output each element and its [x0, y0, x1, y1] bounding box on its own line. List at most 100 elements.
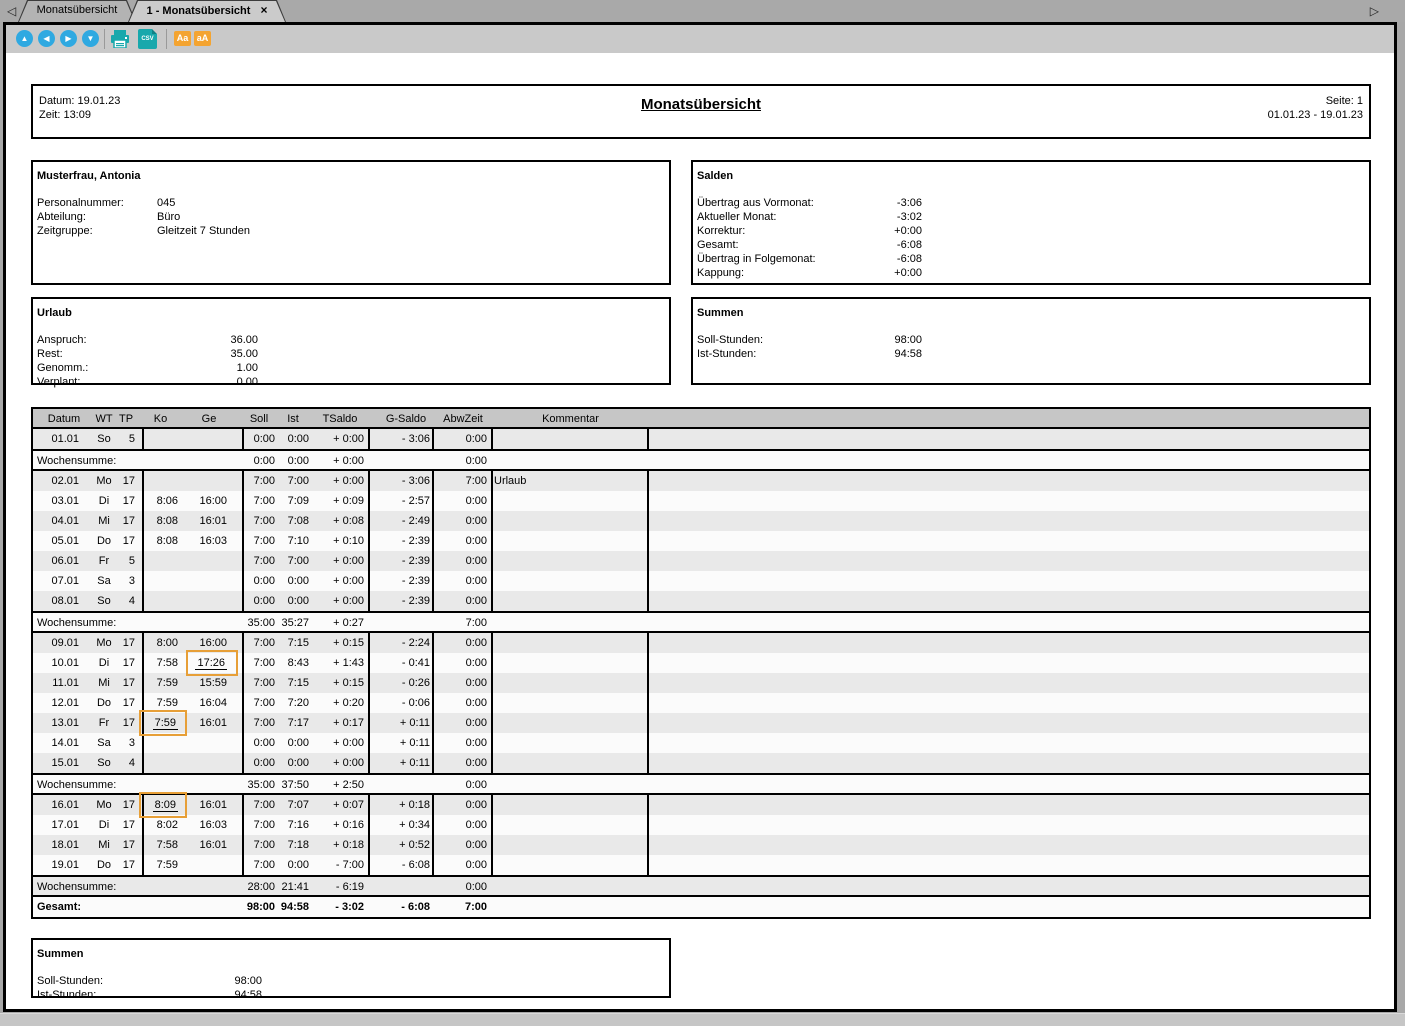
table-row-08.01: 08.01So40:000:00+ 0:00- 2:390:00 [33, 591, 1369, 611]
cell-kommen: 8:08 [143, 531, 178, 551]
info-value: -6:08 [857, 238, 922, 252]
cell-abwzeit: 0:00 [439, 511, 487, 531]
cell-abwzeit: 0:00 [439, 855, 487, 875]
column-divider [647, 429, 649, 449]
cell-tsaldo: + 0:16 [316, 815, 364, 835]
cell-tsaldo: + 0:15 [316, 673, 364, 693]
sum-soll: 28:00 [243, 877, 275, 897]
cell-soll: 7:00 [243, 815, 275, 835]
table-row-19.01: 19.01Do177:597:000:00- 7:00- 6:080:00 [33, 855, 1369, 875]
column-divider [432, 633, 434, 773]
cell-datum: 09.01 [33, 633, 79, 653]
cell-tp: 3 [117, 733, 135, 753]
cell-tp: 17 [117, 673, 135, 693]
nav-right-button[interactable]: ▶ [60, 30, 77, 47]
cell-tp: 17 [117, 471, 135, 491]
cell-datum: 13.01 [33, 713, 79, 733]
week-sum-row: Wochensumme:35:0035:27+ 0:277:00 [33, 613, 1369, 633]
info-row: Gesamt:-6:08 [693, 238, 1369, 252]
info-label: Abteilung: [37, 210, 157, 224]
table-row-14.01: 14.01Sa30:000:00+ 0:00+ 0:110:00 [33, 733, 1369, 753]
column-divider [491, 795, 493, 875]
info-value: 94:58 [857, 347, 922, 361]
column-divider [242, 471, 244, 611]
sum-tsaldo: - 6:19 [316, 877, 364, 897]
cell-weekday: Mo [91, 795, 117, 815]
cell-tsaldo: + 0:17 [316, 713, 364, 733]
sum-ist: 35:27 [277, 613, 309, 633]
column-divider [142, 633, 144, 773]
nav-up-button[interactable]: ▲ [16, 30, 33, 47]
nav-left-button[interactable]: ◀ [38, 30, 55, 47]
cell-soll: 0:00 [243, 571, 275, 591]
info-label: Soll-Stunden: [697, 333, 857, 347]
column-divider [142, 471, 144, 611]
total-gsaldo: - 6:08 [382, 897, 430, 917]
cell-gehen: 15:59 [191, 673, 227, 693]
cell-abwzeit: 0:00 [439, 591, 487, 611]
info-label: Soll-Stunden: [37, 974, 157, 988]
print-icon[interactable] [110, 30, 130, 48]
info-value: Büro [157, 210, 180, 224]
column-header-ist: Ist [277, 409, 309, 429]
cell-tsaldo: + 0:20 [316, 693, 364, 713]
table-row-13.01: 13.01Fr177:5916:017:007:17+ 0:17+ 0:110:… [33, 713, 1369, 733]
close-icon[interactable]: × [260, 3, 267, 17]
cell-gsaldo: - 2:49 [382, 511, 430, 531]
cell-soll: 0:00 [243, 733, 275, 753]
tab-1-monatsuebersicht[interactable]: 1 - Monatsübersicht× [128, 0, 286, 22]
cell-tp: 17 [117, 511, 135, 531]
cell-soll: 7:00 [243, 673, 275, 693]
report-page-number: Seite: 1 [1268, 94, 1363, 108]
font-decrease-button[interactable]: aA [194, 31, 211, 46]
cell-datum: 01.01 [33, 429, 79, 449]
cell-gsaldo: + 0:18 [382, 795, 430, 815]
cell-tp: 17 [117, 795, 135, 815]
tab-scroll-right-icon[interactable]: ▷ [1370, 3, 1379, 19]
cell-weekday: So [91, 753, 117, 773]
info-value: 98:00 [157, 974, 262, 988]
info-row: Übertrag in Folgemonat:-6:08 [693, 252, 1369, 266]
column-header-soll: Soll [243, 409, 275, 429]
cell-gsaldo: + 0:34 [382, 815, 430, 835]
table-row-11.01: 11.01Mi177:5915:597:007:15+ 0:15- 0:260:… [33, 673, 1369, 693]
cell-datum: 14.01 [33, 733, 79, 753]
info-label: Aktueller Monat: [697, 210, 857, 224]
cell-gehen: 16:03 [191, 815, 227, 835]
column-header-datum: Datum [33, 409, 95, 429]
cell-tp: 3 [117, 571, 135, 591]
info-label: Zeitgruppe: [37, 224, 157, 238]
cell-gehen: 16:00 [191, 491, 227, 511]
info-value: 0.00 [157, 375, 258, 389]
column-header-kom: Kommentar [494, 409, 647, 429]
cell-tsaldo: + 0:09 [316, 491, 364, 511]
cell-tp: 17 [117, 693, 135, 713]
total-ist: 94:58 [277, 897, 309, 917]
cell-kommen: 7:59 [143, 855, 178, 875]
csv-export-icon[interactable]: CSV [138, 29, 157, 49]
cell-ist: 0:00 [277, 753, 309, 773]
cell-soll: 0:00 [243, 591, 275, 611]
info-label: Verplant: [37, 375, 157, 389]
info-label: Korrektur: [697, 224, 857, 238]
cell-abwzeit: 0:00 [439, 551, 487, 571]
table-row-17.01: 17.01Di178:0216:037:007:16+ 0:16+ 0:340:… [33, 815, 1369, 835]
info-row: Aktueller Monat:-3:02 [693, 210, 1369, 224]
tab-monatsuebersicht[interactable]: Monatsübersicht [18, 0, 136, 22]
summen-top-box: Summen Soll-Stunden:98:00Ist-Stunden:94:… [691, 297, 1371, 385]
week-sum-row: Wochensumme:0:000:00+ 0:000:00 [33, 451, 1369, 471]
sum-abwzeit: 0:00 [439, 775, 487, 795]
column-divider [242, 633, 244, 773]
highlight-box [186, 650, 238, 676]
tab-scroll-left-icon[interactable]: ◁ [7, 3, 16, 19]
cell-weekday: Mo [91, 471, 117, 491]
cell-weekday: Sa [91, 571, 117, 591]
employee-name: Musterfrau, Antonia [33, 162, 669, 182]
font-increase-button[interactable]: Aa [174, 31, 191, 46]
week-block: 02.01Mo177:007:00+ 0:00- 3:067:00Urlaub0… [33, 471, 1369, 613]
cell-tsaldo: + 0:00 [316, 471, 364, 491]
nav-down-button[interactable]: ▼ [82, 30, 99, 47]
cell-kommentar: Urlaub [494, 471, 644, 491]
sum-abwzeit: 7:00 [439, 613, 487, 633]
summen-bottom-rows: Soll-Stunden:98:00Ist-Stunden:94:58 [33, 974, 669, 1002]
